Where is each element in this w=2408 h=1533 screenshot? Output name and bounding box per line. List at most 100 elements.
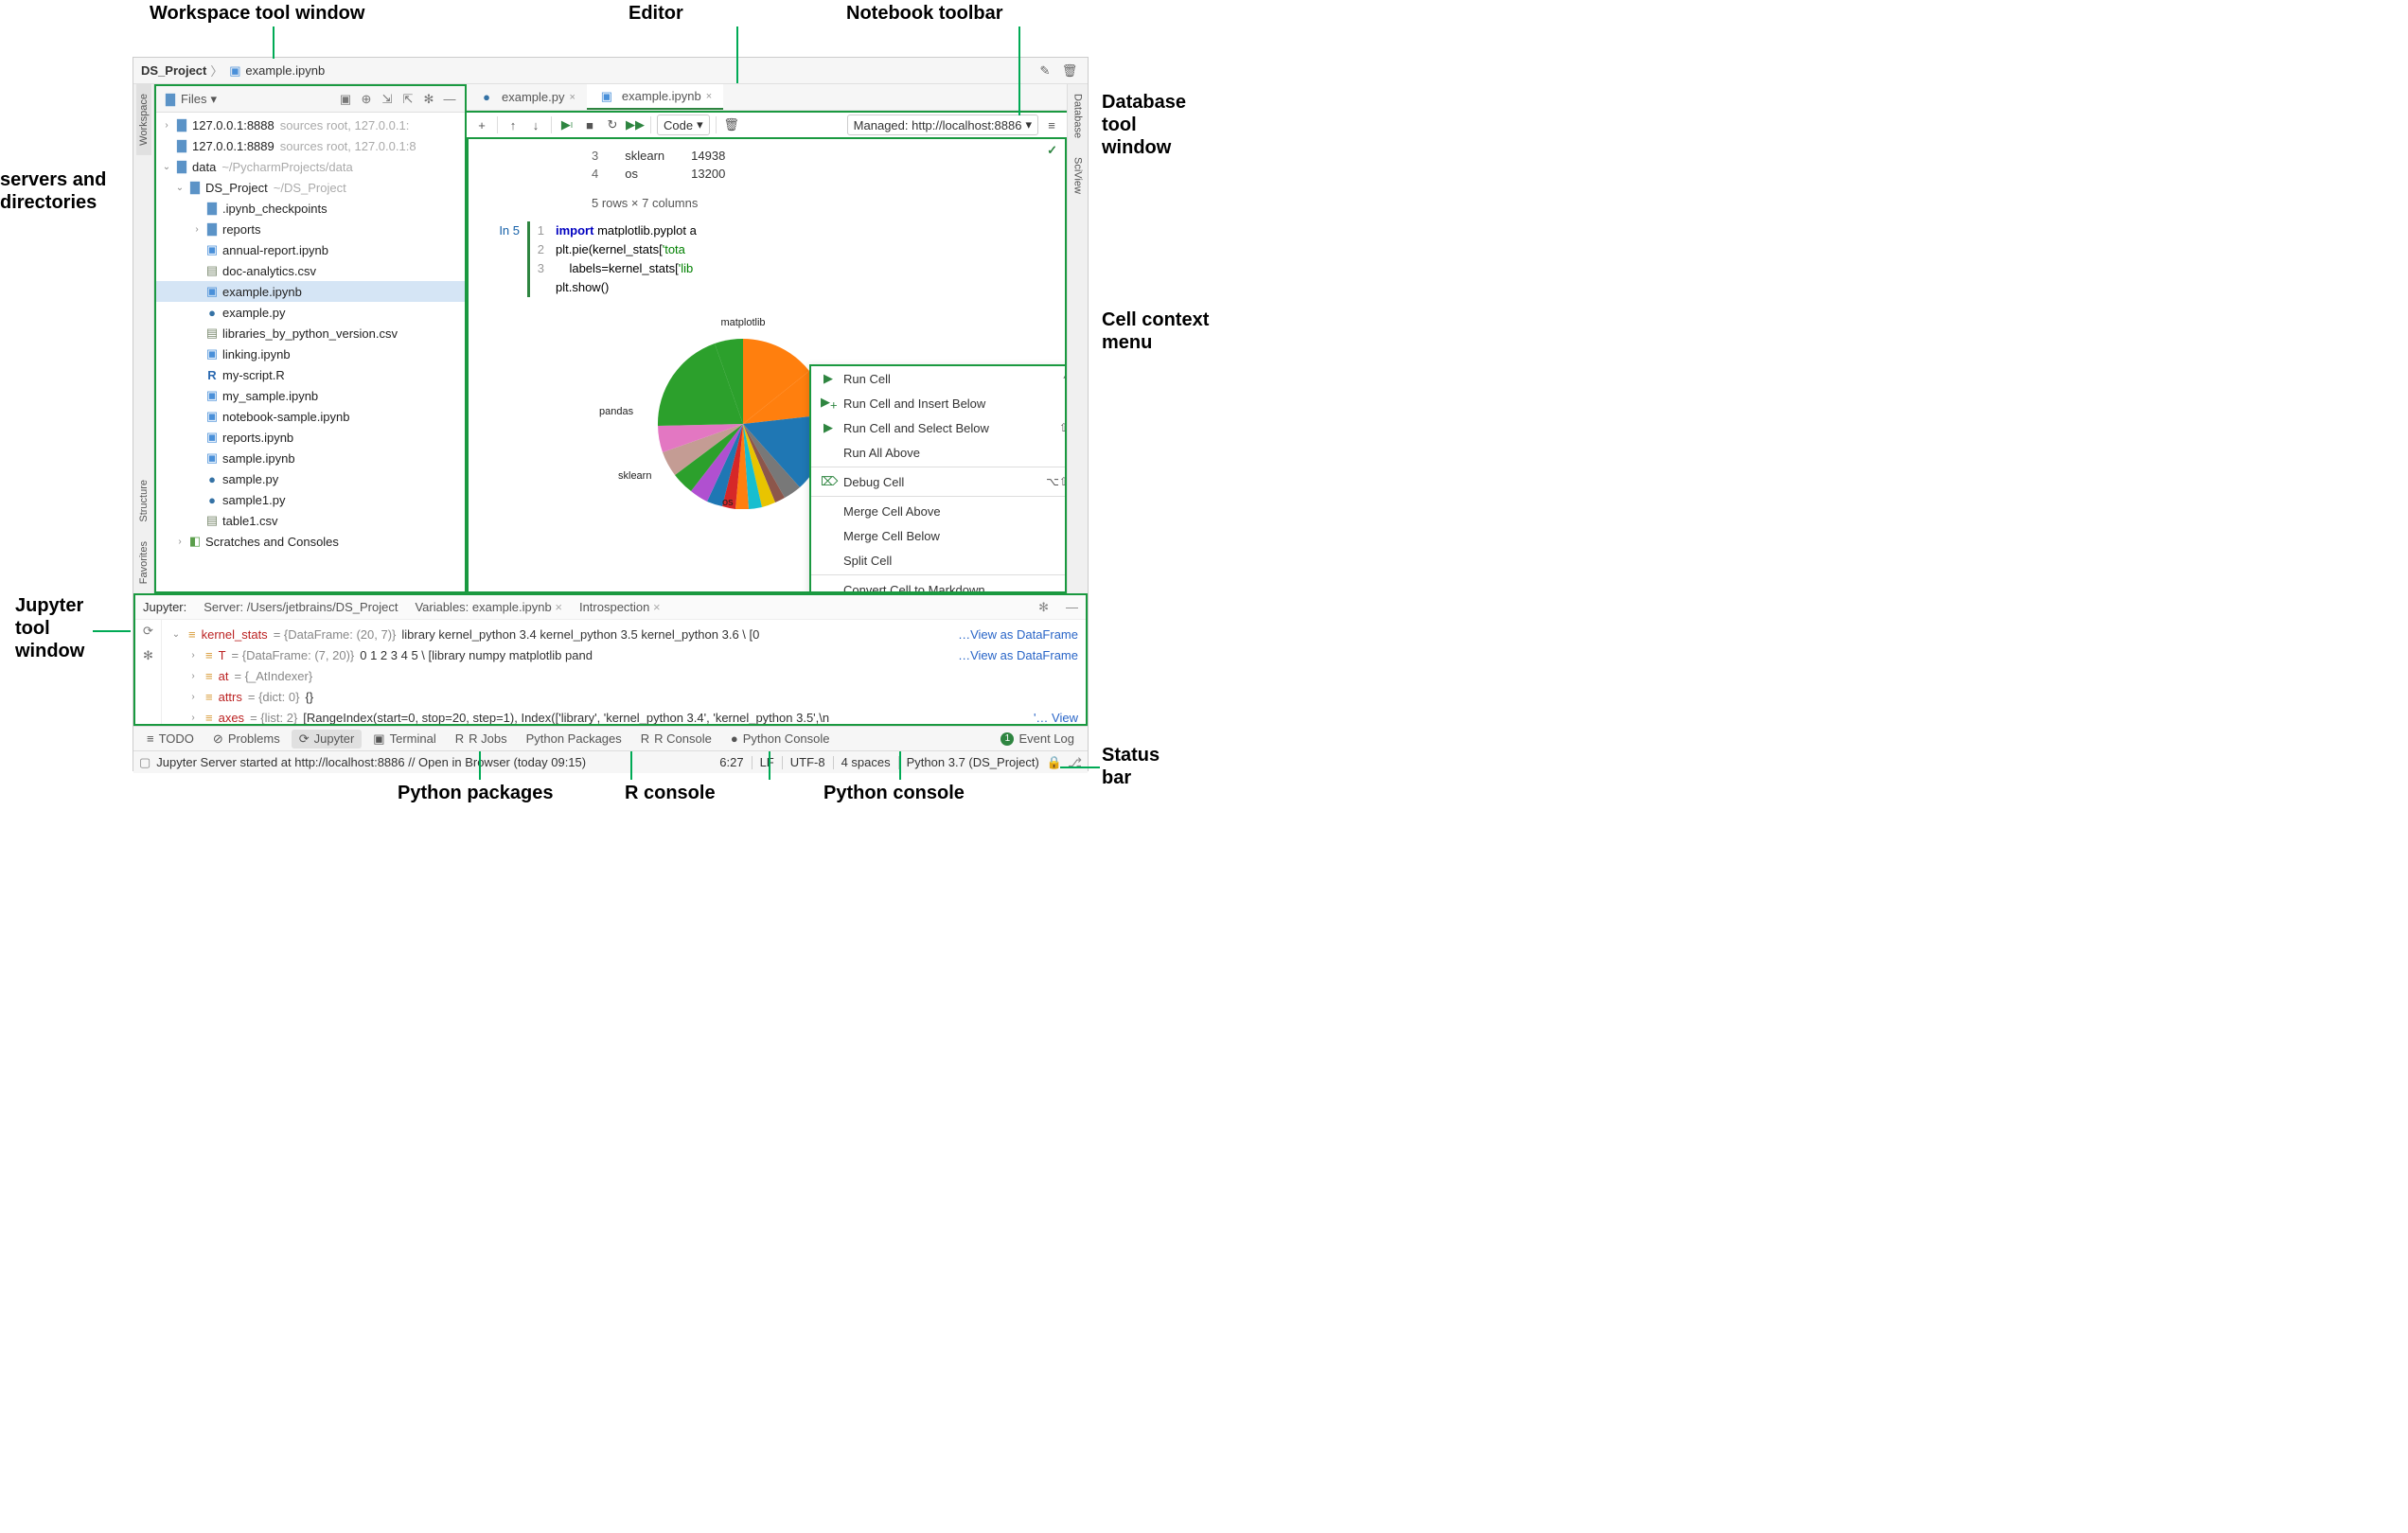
stop-icon[interactable]: ■ [580, 115, 599, 134]
file-node[interactable]: ▤doc-analytics.csv [156, 260, 465, 281]
file-node[interactable]: Rmy-script.R [156, 364, 465, 385]
editor-tab[interactable]: ▣example.ipynb× [587, 84, 723, 110]
view-as-link[interactable]: …View as DataFrame [958, 648, 1078, 662]
py-icon: ● [204, 493, 221, 507]
tool-todo[interactable]: ≡TODO [139, 730, 202, 748]
tool-python-console[interactable]: ●Python Console [723, 730, 838, 748]
gear-icon[interactable]: ✻ [143, 648, 153, 663]
lock-icon[interactable]: 🔒 [1047, 755, 1062, 770]
move-down-icon[interactable]: ↓ [526, 115, 545, 134]
ctx-item[interactable]: Merge Cell Below [811, 523, 1067, 548]
server-select[interactable]: Managed: http://localhost:8886▾ [847, 115, 1038, 135]
run-all-icon[interactable]: ▶▶ [626, 115, 645, 134]
delete-cell-icon[interactable]: 🗑 [722, 115, 741, 134]
status-indent[interactable]: 4 spaces [841, 755, 891, 769]
variable-row[interactable]: ›≡attrs = {dict: 0} {} [169, 686, 1078, 707]
file-node[interactable]: ▤libraries_by_python_version.csv [156, 323, 465, 344]
expand-icon[interactable]: ⇲ [378, 90, 397, 109]
ctx-item[interactable]: Convert Cell to Markdown [811, 577, 1067, 593]
server-node[interactable]: ›▇127.0.0.1:8888sources root, 127.0.0.1: [156, 115, 465, 135]
file-node[interactable]: ▤table1.csv [156, 510, 465, 531]
file-node[interactable]: ▣my_sample.ipynb [156, 385, 465, 406]
locate-icon[interactable]: ⊕ [357, 90, 376, 109]
hide-icon[interactable]: — [440, 90, 459, 109]
status-interpreter[interactable]: Python 3.7 (DS_Project) [907, 755, 1039, 769]
close-icon[interactable]: × [569, 92, 575, 103]
ctx-item[interactable]: ▶Run Cell^⏎ [811, 366, 1067, 391]
tool-python-packages[interactable]: Python Packages [519, 730, 629, 748]
status-box-icon[interactable]: ▢ [139, 755, 150, 770]
tool-problems[interactable]: ⊘Problems [205, 730, 288, 749]
add-cell-icon[interactable]: + [472, 115, 491, 134]
breadcrumb-file[interactable]: example.ipynb [245, 63, 325, 78]
tool-icon: R [455, 731, 464, 746]
bug-icon: ⌦ [821, 474, 836, 489]
jupyter-vars-tab[interactable]: Variables: example.ipynb × [415, 600, 562, 614]
trash-icon[interactable]: 🗑 [1059, 61, 1080, 81]
ctx-item[interactable]: Merge Cell Above [811, 499, 1067, 523]
file-node[interactable]: ▣annual-report.ipynb [156, 239, 465, 260]
file-node[interactable]: ▣linking.ipynb [156, 344, 465, 364]
more-icon[interactable]: ≡ [1042, 115, 1061, 134]
tool-event-log[interactable]: 1Event Log [993, 730, 1082, 748]
ctx-item[interactable]: ▶Run Cell and Select Below⇧⏎ [811, 415, 1067, 440]
tool-terminal[interactable]: ▣Terminal [365, 730, 443, 749]
file-node[interactable]: ▣example.ipynb [156, 281, 465, 302]
variable-row[interactable]: ›≡axes = {list: 2} [RangeIndex(start=0, … [169, 707, 1078, 724]
refresh-icon[interactable]: ⟳ [143, 624, 153, 639]
close-icon[interactable]: × [706, 91, 712, 102]
editor-tab[interactable]: ●example.py× [467, 84, 587, 110]
new-dir-icon[interactable]: ▣ [336, 90, 355, 109]
file-node[interactable]: ●sample1.py [156, 489, 465, 510]
file-node[interactable]: ●example.py [156, 302, 465, 323]
tab-workspace[interactable]: Workspace [136, 84, 151, 155]
tool-icon: ⟳ [299, 731, 310, 747]
scratches-node[interactable]: ›◧Scratches and Consoles [156, 531, 465, 552]
view-as-link[interactable]: …View as DataFrame [958, 627, 1078, 642]
file-node[interactable]: ›▇reports [156, 219, 465, 239]
file-node[interactable]: ▇.ipynb_checkpoints [156, 198, 465, 219]
settings-icon[interactable]: ✻ [1038, 600, 1049, 615]
cell-type-select[interactable]: Code▾ [657, 115, 710, 135]
file-node[interactable]: ▣notebook-sample.ipynb [156, 406, 465, 427]
file-node[interactable]: ▣reports.ipynb [156, 427, 465, 448]
status-line-ending[interactable]: LF [760, 755, 774, 769]
hide-icon[interactable]: — [1066, 600, 1078, 614]
ctx-item[interactable]: Split Cell [811, 548, 1067, 573]
server-node[interactable]: ▇127.0.0.1:8889sources root, 127.0.0.1:8 [156, 135, 465, 156]
status-time: 6:27 [719, 755, 743, 769]
move-up-icon[interactable]: ↑ [504, 115, 522, 134]
workspace-view-dropdown[interactable]: Files▾ [181, 92, 217, 107]
tab-sciview[interactable]: SciView [1071, 148, 1086, 203]
view-as-link[interactable]: '… View [1034, 711, 1078, 725]
restart-icon[interactable]: ↻ [603, 115, 622, 134]
project-dir-node[interactable]: ⌄▇DS_Project~/DS_Project [156, 177, 465, 198]
tool-jupyter[interactable]: ⟳Jupyter [292, 730, 363, 749]
ctx-item[interactable]: ⌦Debug Cell⌥⇧⏎ [811, 469, 1067, 494]
file-node[interactable]: ●sample.py [156, 468, 465, 489]
data-dir-node[interactable]: ⌄▇data~/PycharmProjects/data [156, 156, 465, 177]
status-encoding[interactable]: UTF-8 [790, 755, 825, 769]
tab-favorites[interactable]: Favorites [136, 532, 151, 593]
variable-row[interactable]: ⌄≡kernel_stats = {DataFrame: (20, 7)} li… [169, 624, 1078, 644]
jupyter-introspection-tab[interactable]: Introspection × [579, 600, 661, 614]
tab-database[interactable]: Database [1071, 84, 1086, 148]
ctx-item[interactable]: ▶+Run Cell and Insert Below [811, 391, 1067, 415]
variable-row[interactable]: ›≡at = {_AtIndexer} [169, 665, 1078, 686]
edit-config-icon[interactable]: ✎ [1035, 61, 1055, 81]
tool-icon: ▣ [373, 731, 384, 747]
code-cell[interactable]: In 5 123 import matplotlib.pyplot a plt.… [469, 221, 1065, 297]
settings-icon[interactable]: ✻ [419, 90, 438, 109]
breadcrumb-root[interactable]: DS_Project [141, 63, 206, 78]
tab-structure[interactable]: Structure [136, 470, 151, 532]
tool-r-jobs[interactable]: RR Jobs [448, 730, 515, 748]
ide-window: DS_Project 〉 ▣ example.ipynb ✎ 🗑 Workspa… [133, 57, 1089, 771]
code-content[interactable]: import matplotlib.pyplot a plt.pie(kerne… [548, 221, 697, 297]
file-node[interactable]: ▣sample.ipynb [156, 448, 465, 468]
collapse-icon[interactable]: ⇱ [398, 90, 417, 109]
tool-r-console[interactable]: RR Console [633, 730, 719, 748]
run-cursor-icon[interactable]: ▶I [558, 115, 576, 134]
variable-row[interactable]: ›≡T = {DataFrame: (7, 20)} 0 1 2 3 4 5 \… [169, 644, 1078, 665]
branch-icon[interactable]: ⎇ [1068, 755, 1082, 770]
ctx-item[interactable]: Run All Above [811, 440, 1067, 465]
